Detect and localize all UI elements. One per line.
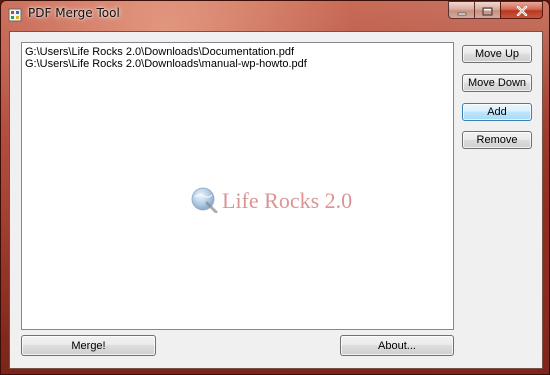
add-button[interactable]: Add — [462, 103, 532, 121]
caption-buttons — [448, 1, 543, 19]
maximize-icon — [482, 1, 493, 20]
about-button[interactable]: About... — [340, 335, 454, 356]
title-bar[interactable]: PDF Merge Tool — [1, 1, 549, 27]
client-area: G:\Users\Life Rocks 2.0\Downloads\Docume… — [9, 31, 543, 369]
move-up-button[interactable]: Move Up — [462, 45, 532, 63]
globe-icon — [190, 185, 218, 217]
merge-button[interactable]: Merge! — [21, 335, 156, 356]
minimize-button[interactable] — [448, 1, 474, 19]
remove-button[interactable]: Remove — [462, 131, 532, 149]
list-item[interactable]: G:\Users\Life Rocks 2.0\Downloads\Docume… — [22, 46, 453, 58]
minimize-icon — [457, 1, 467, 20]
close-icon — [516, 1, 528, 20]
list-item[interactable]: G:\Users\Life Rocks 2.0\Downloads\manual… — [22, 58, 453, 70]
watermark-text: Life Rocks 2.0 — [222, 188, 353, 213]
watermark: Life Rocks 2.0 — [190, 185, 352, 217]
app-window: PDF Merge Tool G:\Users\Life Rocks 2.0\D… — [0, 0, 550, 375]
move-down-button[interactable]: Move Down — [462, 74, 532, 92]
window-title: PDF Merge Tool — [28, 6, 120, 20]
file-list[interactable]: G:\Users\Life Rocks 2.0\Downloads\Docume… — [21, 42, 454, 330]
close-button[interactable] — [500, 1, 543, 19]
maximize-button[interactable] — [474, 1, 500, 19]
app-icon — [8, 7, 22, 22]
